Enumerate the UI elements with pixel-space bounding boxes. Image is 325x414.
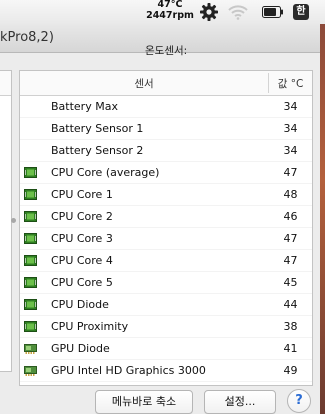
cpu-temperature-readout: 47°C [157,0,183,10]
gpu-card-icon [24,344,37,354]
table-row[interactable]: Battery Sensor 1 34 [20,118,312,140]
sensor-table[interactable]: 센서 값 °C Battery Max 34 Battery Sensor 1 34 B… [19,70,313,386]
sensor-name: CPU Proximity [51,320,129,333]
table-row[interactable]: GPU Intel HD Graphics 3000 49 [20,360,312,382]
sensor-value: 49 [283,364,298,377]
sensor-name: Battery Sensor 2 [51,144,144,157]
sensor-name: Battery Max [51,100,118,113]
shrink-to-menubar-button[interactable]: 메뉴바로 축소 [95,390,193,414]
settings-button[interactable]: 설정... [204,390,276,414]
cpu-chip-icon [24,189,37,200]
battery-icon[interactable] [262,6,284,18]
cpu-chip-icon [24,277,37,288]
split-view-handle[interactable] [11,218,16,223]
wifi-icon[interactable] [228,4,248,20]
sensor-value: 41 [283,342,298,355]
cpu-chip-icon [24,321,37,332]
sensor-name: CPU Core 4 [51,254,113,267]
sensor-name: CPU Diode [51,298,109,311]
gpu-card-icon [24,366,37,376]
sensor-value: 46 [283,210,298,223]
table-row[interactable]: Battery Sensor 2 34 [20,140,312,162]
cpu-chip-icon [24,299,37,310]
sensor-value: 45 [283,276,298,289]
cpu-chip-icon [24,211,37,222]
table-row[interactable]: CPU Diode 44 [20,294,312,316]
sensor-value: 34 [283,122,298,135]
table-row[interactable]: CPU Core 5 45 [20,272,312,294]
sensor-value: 47 [283,254,298,267]
desktop-background [320,24,325,414]
help-button[interactable]: ? [287,389,311,413]
column-header-sensor[interactable]: 센서 [20,76,268,91]
sensor-name: CPU Core (average) [51,166,160,179]
sensor-value: 34 [283,100,298,113]
sensor-name: Battery Sensor 1 [51,122,144,135]
sensor-value: 44 [283,298,298,311]
column-header-value[interactable]: 값 °C [269,76,312,91]
table-row[interactable]: CPU Core 2 46 [20,206,312,228]
sensor-name: CPU Core 2 [51,210,113,223]
sensor-value: 38 [283,320,298,333]
sensor-value: 34 [283,144,298,157]
table-header: 센서 값 °C [20,71,312,96]
temp-fan-status-item[interactable]: 47°C 2447rpm [143,0,197,21]
cpu-chip-icon [24,167,37,178]
table-body: Battery Max 34 Battery Sensor 1 34 Battery S… [20,96,312,382]
sensor-name: CPU Core 1 [51,188,113,201]
sensor-name: CPU Core 5 [51,276,113,289]
table-row[interactable]: CPU Core 1 48 [20,184,312,206]
sensor-name: GPU Intel HD Graphics 3000 [51,364,206,377]
sensor-value: 47 [283,166,298,179]
sensor-name: GPU Diode [51,342,110,355]
sensor-name: CPU Core 3 [51,232,113,245]
gear-icon[interactable] [199,2,219,22]
table-row[interactable]: CPU Core 3 47 [20,228,312,250]
table-row[interactable]: CPU Proximity 38 [20,316,312,338]
cpu-chip-icon [24,233,37,244]
menu-bar: 47°C 2447rpm 한 [0,0,325,24]
temperature-sensors-label: 온도센서: [145,45,188,57]
sensor-value: 47 [283,232,298,245]
table-row[interactable]: CPU Core 4 47 [20,250,312,272]
table-row[interactable]: CPU Core (average) 47 [20,162,312,184]
cpu-chip-icon [24,255,37,266]
window-title: kPro8,2) [0,30,54,45]
fan-speed-readout: 2447rpm [146,9,194,21]
input-method-icon[interactable]: 한 [293,4,309,20]
sensor-value: 48 [283,188,298,201]
table-row[interactable]: Battery Max 34 [20,96,312,118]
table-row[interactable]: GPU Diode 41 [20,338,312,360]
